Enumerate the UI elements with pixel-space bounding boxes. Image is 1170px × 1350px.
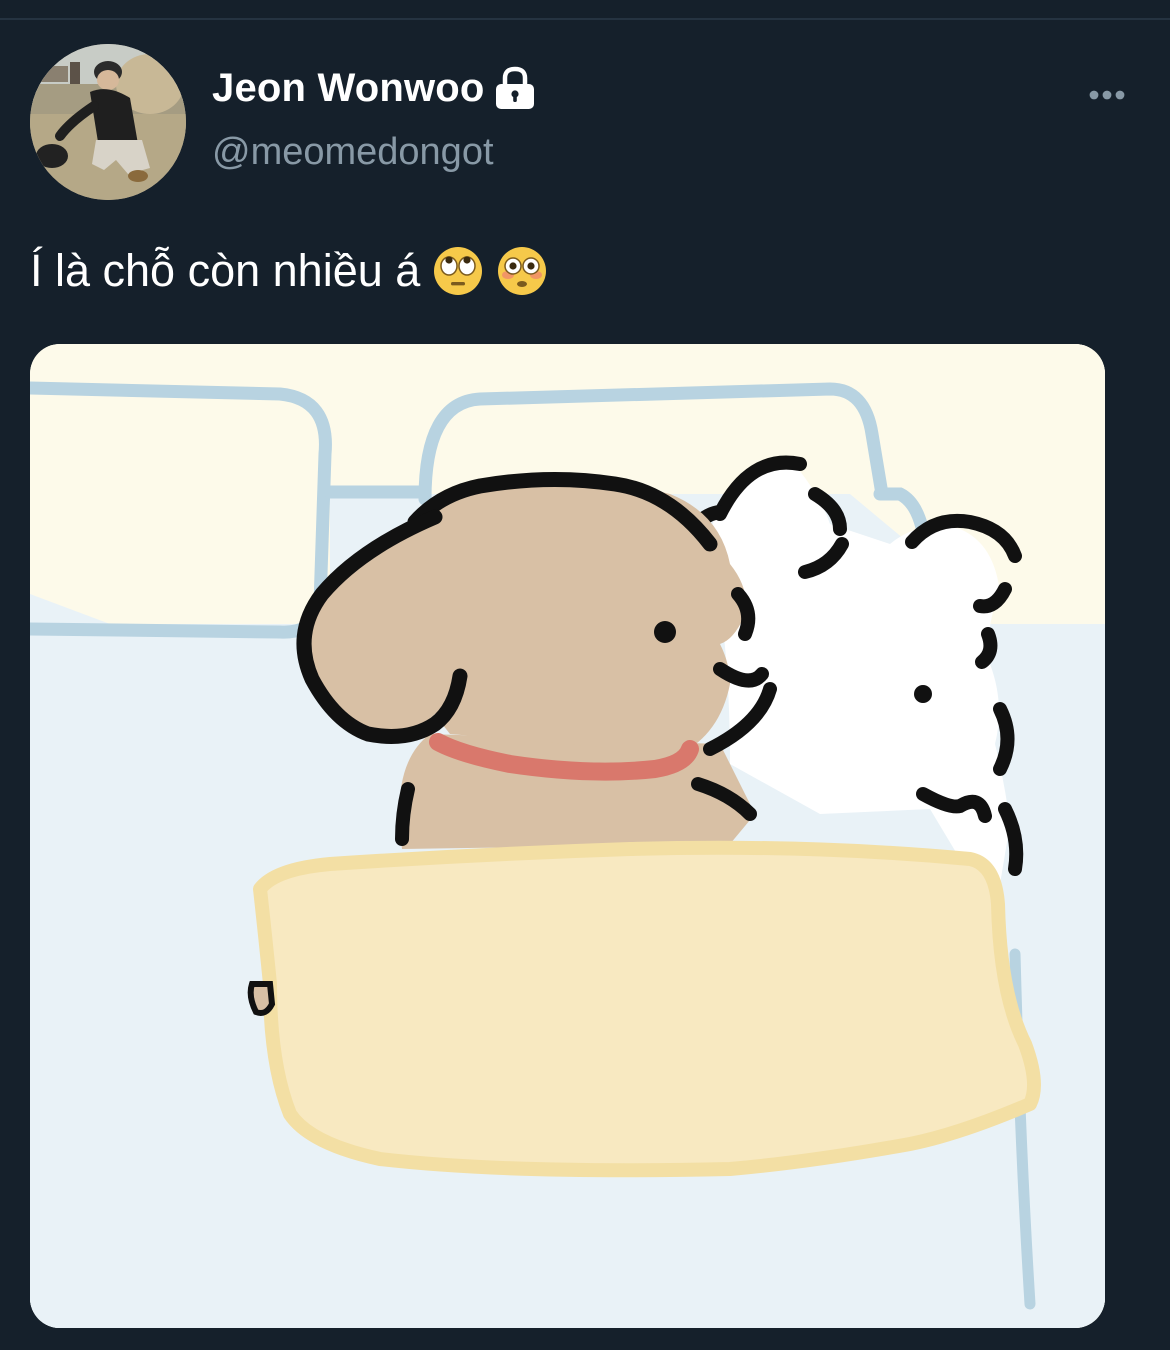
tweet-text-content: Í là chỗ còn nhiều á bbox=[30, 245, 421, 296]
illustration bbox=[30, 344, 1105, 1328]
user-handle[interactable]: @meomedongot bbox=[212, 128, 494, 176]
tweet-text: Í là chỗ còn nhiều á bbox=[30, 240, 548, 302]
rolling-eyes-emoji-icon bbox=[432, 245, 484, 297]
lock-icon bbox=[493, 65, 537, 111]
avatar[interactable] bbox=[30, 44, 186, 200]
avatar-photo bbox=[30, 44, 186, 200]
more-options-button[interactable] bbox=[1080, 78, 1134, 112]
display-name-row[interactable]: Jeon Wonwoo bbox=[212, 62, 537, 114]
tweet-media-image[interactable] bbox=[30, 344, 1105, 1328]
flushed-face-emoji-icon bbox=[496, 245, 548, 297]
tweet: Jeon Wonwoo @meomedongot Í là chỗ còn nh… bbox=[0, 0, 1170, 1350]
more-icon bbox=[1089, 90, 1125, 100]
display-name[interactable]: Jeon Wonwoo bbox=[212, 62, 485, 114]
